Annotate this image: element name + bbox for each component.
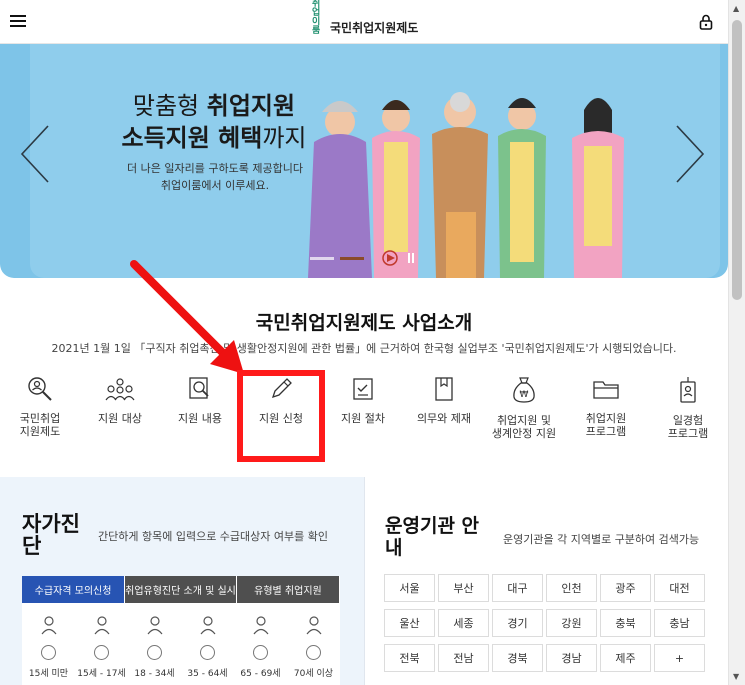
icon-item-work-experience[interactable]: 일경험 프로그램 bbox=[648, 376, 728, 440]
person-icon bbox=[147, 616, 162, 635]
region-more-button[interactable]: + bbox=[654, 644, 705, 672]
age-option[interactable]: 65 - 69세 bbox=[234, 615, 287, 679]
age-label: 70세 이상 bbox=[293, 669, 334, 679]
icon-label: 취업지원 및 생계안정 지원 bbox=[491, 414, 557, 440]
banner-title-bold: 취업지원 bbox=[206, 92, 296, 120]
region-button[interactable]: 울산 bbox=[384, 609, 435, 637]
icon-item-livelihood[interactable]: ₩ 취업지원 및 생계안정 지원 bbox=[484, 376, 564, 440]
icon-label: 국민취업 지원제도 bbox=[19, 412, 61, 438]
search-person-icon bbox=[28, 377, 52, 401]
lock-icon[interactable] bbox=[698, 14, 714, 30]
age-option[interactable]: 15세 - 17세 bbox=[75, 615, 128, 679]
banner-sub-line: 취업이룸에서 이루세요. bbox=[160, 179, 270, 192]
icon-item-duties[interactable]: 의무와 제재 bbox=[404, 376, 484, 425]
book-icon bbox=[435, 377, 453, 401]
age-label: 15세 - 17세 bbox=[77, 669, 126, 679]
person-icon bbox=[41, 616, 56, 635]
age-radio[interactable] bbox=[253, 645, 268, 660]
region-button[interactable]: 경기 bbox=[492, 609, 543, 637]
icon-item-national-program[interactable]: 국민취업 지원제도 bbox=[0, 376, 80, 438]
section-description: 2021년 1월 1일 「구직자 취업촉진 및 생활안정지원에 관한 법률」에 … bbox=[51, 342, 677, 355]
icon-label: 지원 절차 bbox=[341, 412, 385, 425]
banner-sub-line: 더 나은 일자리를 구하도록 제공합니다 bbox=[127, 162, 303, 175]
banner-title-text: 맞춤형 bbox=[132, 92, 207, 120]
region-button[interactable]: 대전 bbox=[654, 574, 705, 602]
age-option[interactable]: 18 - 34세 bbox=[128, 615, 181, 679]
highlight-box-annotation bbox=[237, 370, 325, 462]
region-button[interactable]: 충남 bbox=[654, 609, 705, 637]
svg-text:₩: ₩ bbox=[520, 390, 529, 400]
site-header: 취업 이룸 국민취업지원제도 bbox=[0, 0, 728, 44]
region-button[interactable]: 전북 bbox=[384, 644, 435, 672]
banner-subtitle: 더 나은 일자리를 구하도록 제공합니다 취업이룸에서 이루세요. bbox=[112, 160, 318, 194]
person-icon bbox=[306, 616, 321, 635]
menu-icon[interactable] bbox=[10, 15, 26, 29]
region-button[interactable]: 서울 bbox=[384, 574, 435, 602]
age-radio[interactable] bbox=[41, 645, 56, 660]
person-icon bbox=[200, 616, 215, 635]
scroll-down-icon[interactable]: ▼ bbox=[733, 672, 739, 681]
region-button[interactable]: 충북 bbox=[600, 609, 651, 637]
tab-job-type-diagnosis[interactable]: 취업유형진단 소개 및 실시 bbox=[125, 576, 237, 603]
age-radio[interactable] bbox=[94, 645, 109, 660]
organization-title: 운영기관 안내 bbox=[385, 515, 480, 559]
logo-mark: 취업 이룸 bbox=[312, 0, 321, 36]
age-option[interactable]: 15세 미만 bbox=[22, 615, 75, 679]
logo[interactable]: 취업 이룸 국민취업지원제도 bbox=[312, 0, 419, 36]
region-button[interactable]: 세종 bbox=[438, 609, 489, 637]
age-label: 15세 미만 bbox=[28, 669, 69, 679]
tab-mock-application[interactable]: 수급자격 모의신청 bbox=[22, 576, 126, 603]
banner-title-bold: 소득지원 혜택 bbox=[121, 124, 263, 152]
icon-item-procedure[interactable]: 지원 절차 bbox=[323, 376, 403, 425]
banner-controls bbox=[310, 250, 414, 266]
age-radio[interactable] bbox=[306, 645, 321, 660]
banner-prev-icon[interactable] bbox=[20, 124, 50, 184]
age-label: 35 - 64세 bbox=[187, 669, 228, 679]
region-button[interactable]: 전남 bbox=[438, 644, 489, 672]
age-label: 65 - 69세 bbox=[240, 669, 281, 679]
tag-person-icon bbox=[680, 377, 696, 403]
scroll-up-icon[interactable]: ▲ bbox=[733, 4, 739, 13]
region-button[interactable]: 경남 bbox=[546, 644, 597, 672]
icon-label: 지원 대상 bbox=[98, 412, 142, 425]
age-radio[interactable] bbox=[147, 645, 162, 660]
icon-label: 일경험 프로그램 bbox=[667, 414, 709, 440]
region-button[interactable]: 인천 bbox=[546, 574, 597, 602]
tab-type-support[interactable]: 유형별 취업지원 bbox=[236, 576, 340, 603]
person-icon bbox=[94, 616, 109, 635]
section-title: 국민취업지원제도 사업소개 bbox=[255, 312, 473, 334]
scroll-thumb[interactable] bbox=[732, 20, 742, 300]
age-radio[interactable] bbox=[200, 645, 215, 660]
banner-title: 맞춤형 취업지원 소득지원 혜택까지 bbox=[112, 90, 316, 154]
banner-illustration bbox=[308, 92, 624, 278]
age-label: 18 - 34세 bbox=[134, 669, 175, 679]
folder-icon bbox=[593, 381, 619, 399]
icon-label: 취업지원 프로그램 bbox=[585, 412, 627, 438]
age-option[interactable]: 35 - 64세 bbox=[181, 615, 234, 679]
region-button[interactable]: 경북 bbox=[492, 644, 543, 672]
region-button[interactable]: 대구 bbox=[492, 574, 543, 602]
logo-text: 국민취업지원제도 bbox=[330, 21, 419, 35]
age-selector: 15세 미만 15세 - 17세 18 - 34세 35 - 64세 65 - … bbox=[22, 603, 340, 685]
checklist-icon bbox=[353, 378, 373, 400]
self-diagnosis-tabs: 수급자격 모의신청 취업유형진단 소개 및 실시 유형별 취업지원 bbox=[22, 576, 340, 603]
icon-item-job-program[interactable]: 취업지원 프로그램 bbox=[566, 376, 646, 438]
icon-label: 의무와 제재 bbox=[416, 412, 472, 425]
region-button[interactable]: 광주 bbox=[600, 574, 651, 602]
self-diagnosis-desc: 간단하게 항목에 입력으로 수급대상자 여부를 확인 bbox=[98, 530, 329, 543]
age-option[interactable]: 70세 이상 bbox=[287, 615, 340, 679]
hero-banner[interactable]: 맞춤형 취업지원 소득지원 혜택까지 더 나은 일자리를 구하도록 제공합니다 … bbox=[0, 44, 728, 278]
money-bag-icon: ₩ bbox=[513, 377, 535, 403]
region-button[interactable]: 부산 bbox=[438, 574, 489, 602]
program-icon-row: 국민취업 지원제도 지원 대상 지원 내용 지원 신청 지원 절차 의무와 제재… bbox=[0, 376, 728, 456]
icon-label: 지원 내용 bbox=[178, 412, 222, 425]
self-diagnosis-title: 자가진단 bbox=[22, 512, 80, 558]
organization-desc: 운영기관을 각 지역별로 구분하여 검색가능 bbox=[503, 533, 700, 546]
region-button[interactable]: 제주 bbox=[600, 644, 651, 672]
page-scrollbar[interactable]: ▲ ▼ bbox=[728, 0, 745, 685]
person-icon bbox=[253, 616, 268, 635]
red-arrow-annotation bbox=[130, 260, 244, 374]
region-button[interactable]: 강원 bbox=[546, 609, 597, 637]
